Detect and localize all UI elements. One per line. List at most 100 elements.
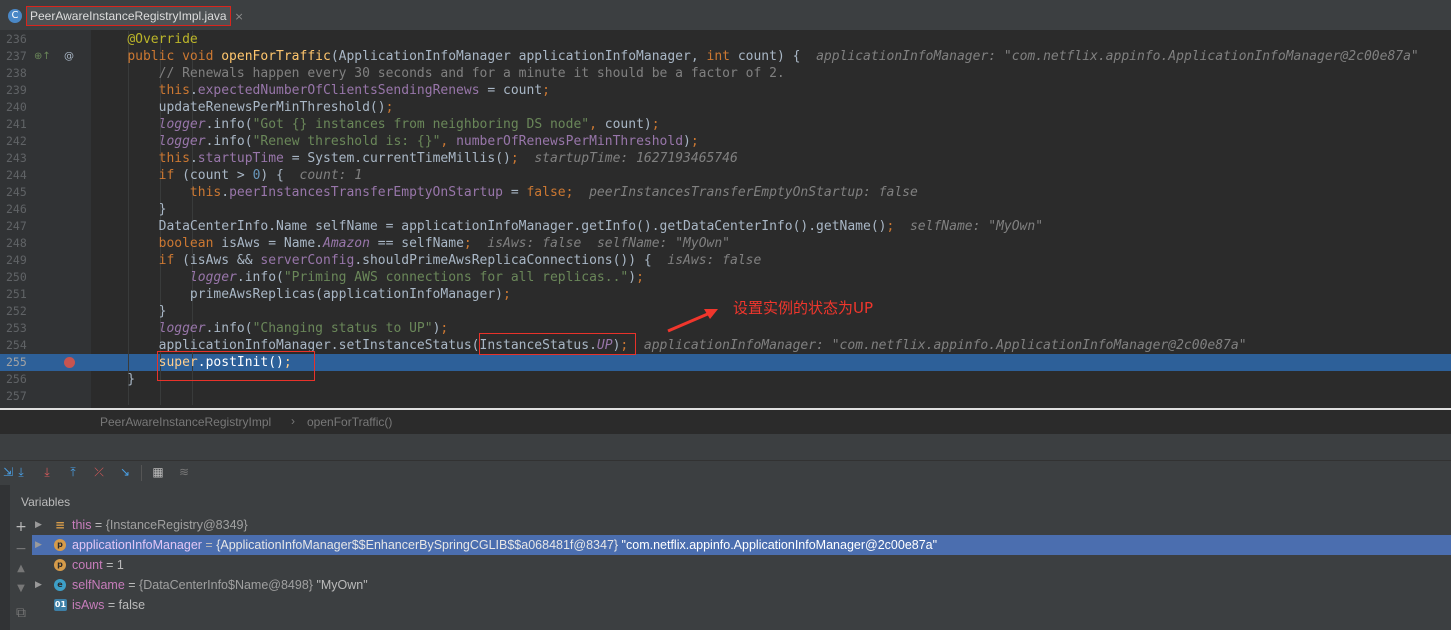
code-line[interactable]: 245 this.peerInstancesTransferEmptyOnSta… [0, 184, 1451, 201]
breadcrumb-method[interactable]: openForTraffic() [307, 415, 392, 429]
code-text[interactable]: primeAwsReplicas(applicationInfoManager)… [96, 286, 511, 303]
file-tab-title[interactable]: PeerAwareInstanceRegistryImpl.java [26, 6, 231, 26]
line-number: 255 [6, 355, 27, 369]
frames-panel-edge [0, 485, 10, 630]
debug-panel-header [0, 434, 1451, 461]
code-line[interactable]: 247 DataCenterInfo.Name selfName = appli… [0, 218, 1451, 235]
line-number: 252 [6, 304, 27, 318]
code-line[interactable]: 238 // Renewals happen every 30 seconds … [0, 65, 1451, 82]
variable-row[interactable]: ▶ e selfName = {DataCenterInfo$Name@8498} … [32, 575, 1451, 595]
code-text[interactable]: this.startupTime = System.currentTimeMil… [96, 150, 738, 167]
variable-text: applicationInfoManager = {ApplicationInf… [72, 535, 937, 555]
variable-value: "com.netflix.appinfo.ApplicationInfoMana… [618, 538, 938, 552]
drop-frame-icon[interactable]: ⤫ [91, 464, 107, 480]
code-text[interactable]: logger.info("Got {} instances from neigh… [96, 116, 660, 133]
move-up-icon[interactable]: ▲ [14, 563, 28, 574]
line-number: 253 [6, 321, 27, 335]
boolean-icon: 01 [54, 599, 67, 611]
code-line[interactable]: 249 if (isAws && serverConfig.shouldPrim… [0, 252, 1451, 269]
line-number: 249 [6, 253, 27, 267]
variable-row[interactable]: ▶ ≡ this = {InstanceRegistry@8349} [32, 515, 1451, 535]
code-text[interactable]: this.expectedNumberOfClientsSendingRenew… [96, 82, 550, 99]
code-text[interactable]: } [96, 201, 167, 218]
expand-arrow-icon[interactable]: ▶ [35, 535, 42, 555]
code-text[interactable]: if (isAws && serverConfig.shouldPrimeAws… [96, 252, 762, 269]
copy-watch-icon[interactable]: ⧉ [14, 605, 28, 621]
code-line[interactable]: 251 primeAwsReplicas(applicationInfoMana… [0, 286, 1451, 303]
code-text[interactable]: this.peerInstancesTransferEmptyOnStartup… [96, 184, 918, 201]
annotation-arrow-icon [667, 309, 718, 333]
code-line[interactable]: 240 updateRenewsPerMinThreshold(); [0, 99, 1451, 116]
code-text[interactable]: boolean isAws = Name.Amazon == selfName;… [96, 235, 730, 252]
override-method-icon[interactable]: ⊕↑ [34, 48, 51, 65]
code-line[interactable]: 241 logger.info("Got {} instances from n… [0, 116, 1451, 133]
code-text[interactable]: logger.info("Priming AWS connections for… [96, 269, 644, 286]
variable-equals: = [91, 518, 106, 532]
add-watch-icon[interactable]: + [14, 519, 28, 535]
line-number: 245 [6, 185, 27, 199]
expand-arrow-icon[interactable]: ▶ [35, 515, 42, 535]
highlight-box-instance-status [479, 333, 636, 355]
code-text[interactable]: } [96, 303, 167, 320]
code-line[interactable]: 237 ⊕↑ @ public void openForTraffic(Applic… [0, 48, 1451, 65]
code-line[interactable]: 239 this.expectedNumberOfClientsSendingR… [0, 82, 1451, 99]
remove-watch-icon[interactable]: − [14, 541, 28, 557]
line-number: 236 [6, 32, 27, 46]
code-line[interactable]: 243 this.startupTime = System.currentTim… [0, 150, 1451, 167]
code-line[interactable]: 242 logger.info("Renew threshold is: {}"… [0, 133, 1451, 150]
code-text[interactable]: logger.info("Changing status to UP"); [96, 320, 449, 337]
variable-name: count [72, 558, 103, 572]
variable-row[interactable]: 01 isAws = false [32, 595, 1451, 615]
evaluate-expression-icon[interactable]: ▦ [150, 464, 166, 480]
expand-arrow-icon[interactable]: ▶ [35, 575, 42, 595]
line-number: 257 [6, 389, 27, 403]
breadcrumb-separator: › [291, 414, 295, 428]
line-number: 254 [6, 338, 27, 352]
code-text[interactable]: DataCenterInfo.Name selfName = applicati… [96, 218, 1043, 235]
close-tab-icon[interactable]: × [235, 10, 244, 23]
variable-row[interactable]: ▶ p applicationInfoManager = {ApplicationI… [32, 535, 1451, 555]
toolbar-separator [141, 465, 142, 481]
line-number: 238 [6, 66, 27, 80]
file-tab[interactable]: C PeerAwareInstanceRegistryImpl.java × [2, 4, 244, 28]
code-text[interactable]: if (count > 0) { count: 1 [96, 167, 363, 184]
line-number: 241 [6, 117, 27, 131]
run-to-cursor-icon[interactable]: ↘ [117, 464, 133, 480]
annotation-gutter-icon[interactable]: @ [64, 48, 74, 65]
code-text[interactable] [96, 388, 127, 405]
step-into-icon[interactable]: ⤓ [39, 464, 55, 480]
highlight-box-post-init [157, 351, 315, 381]
line-number: 250 [6, 270, 27, 284]
breakpoint-icon[interactable] [64, 357, 75, 368]
code-line[interactable]: 244 if (count > 0) { count: 1 [0, 167, 1451, 184]
line-number: 256 [6, 372, 27, 386]
code-text[interactable]: logger.info("Renew threshold is: {}", nu… [96, 133, 699, 150]
code-text[interactable]: // Renewals happen every 30 seconds and … [96, 65, 785, 82]
code-text[interactable]: @Override [96, 31, 197, 48]
code-text[interactable]: public void openForTraffic(ApplicationIn… [96, 48, 1418, 65]
variable-type: {DataCenterInfo$Name@8498} [139, 578, 313, 592]
step-over-icon[interactable]: ⤓ [13, 464, 29, 480]
step-out-icon[interactable]: ⤒ [65, 464, 81, 480]
code-line[interactable]: 250 logger.info("Priming AWS connections… [0, 269, 1451, 286]
code-text[interactable]: updateRenewsPerMinThreshold(); [96, 99, 394, 116]
code-line[interactable]: 248 boolean isAws = Name.Amazon == selfN… [0, 235, 1451, 252]
code-line[interactable]: 252 } [0, 303, 1451, 320]
variable-row[interactable]: p count = 1 [32, 555, 1451, 575]
variable-type: {InstanceRegistry@8349} [105, 518, 248, 532]
code-line[interactable]: 246 } [0, 201, 1451, 218]
java-class-icon: C [8, 9, 22, 23]
move-down-icon[interactable]: ▼ [14, 583, 28, 594]
code-text[interactable]: } [96, 371, 135, 388]
code-line[interactable]: 257 [0, 388, 1451, 405]
variable-value: "MyOwn" [312, 578, 368, 592]
this-icon: ≡ [54, 518, 66, 532]
trace-icon[interactable]: ≋ [176, 464, 192, 480]
breadcrumb-class[interactable]: PeerAwareInstanceRegistryImpl [100, 415, 271, 429]
variable-equals: = [124, 578, 140, 592]
code-line[interactable]: 236 @Override [0, 31, 1451, 48]
code-line[interactable]: 253 logger.info("Changing status to UP")… [0, 320, 1451, 337]
variable-name: this [72, 518, 92, 532]
line-number: 248 [6, 236, 27, 250]
variables-title: Variables [21, 495, 71, 509]
